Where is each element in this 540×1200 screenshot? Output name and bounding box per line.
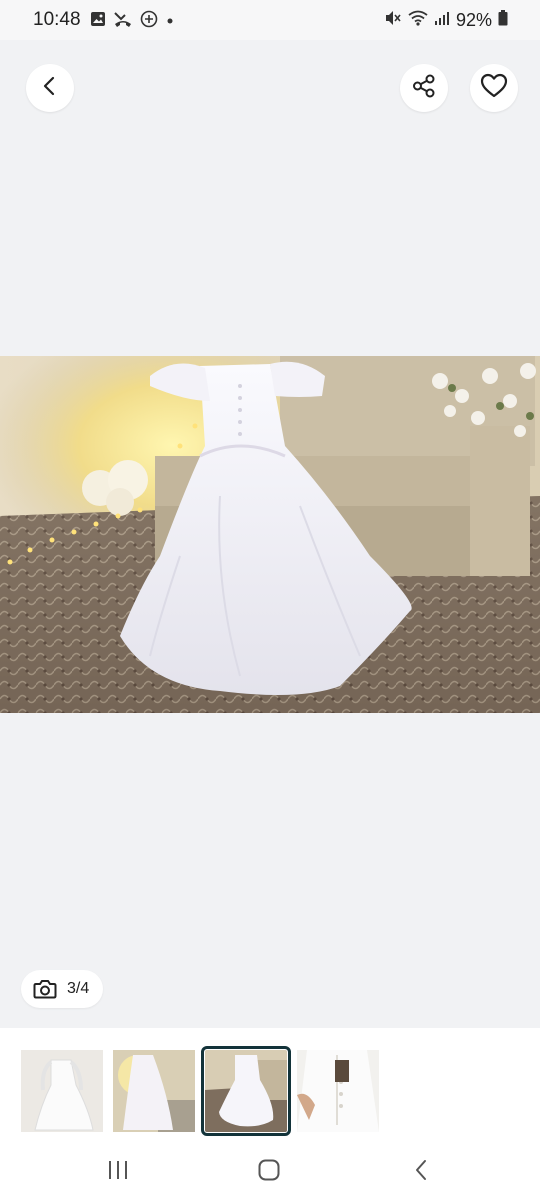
status-system-icons: 92% bbox=[384, 9, 508, 32]
back-icon[interactable] bbox=[413, 1159, 429, 1186]
status-notification-icons bbox=[90, 10, 175, 33]
battery-icon bbox=[498, 10, 508, 31]
wifi-icon bbox=[408, 10, 428, 31]
thumbnail-4[interactable] bbox=[297, 1050, 379, 1132]
thumbnail-strip bbox=[0, 1028, 540, 1140]
system-navigation-bar bbox=[0, 1140, 540, 1200]
mute-icon bbox=[384, 9, 402, 32]
recent-apps-icon[interactable] bbox=[107, 1160, 129, 1185]
status-time: 10:48 bbox=[33, 9, 81, 30]
signal-icon bbox=[434, 10, 450, 31]
home-icon[interactable] bbox=[258, 1159, 280, 1186]
share-icon bbox=[411, 73, 437, 104]
share-button[interactable] bbox=[400, 64, 448, 112]
battery-percent: 92% bbox=[455, 10, 492, 30]
back-button[interactable] bbox=[26, 64, 74, 112]
product-photo[interactable] bbox=[0, 356, 540, 713]
chevron-left-icon bbox=[39, 75, 61, 102]
dress-photo-image bbox=[0, 356, 540, 713]
dot-icon bbox=[165, 13, 175, 31]
image-icon bbox=[90, 11, 106, 32]
thumbnail-2[interactable] bbox=[113, 1050, 195, 1132]
add-circle-icon bbox=[140, 10, 158, 33]
image-counter: 3/4 bbox=[21, 970, 103, 1008]
missed-call-icon bbox=[113, 10, 133, 33]
image-counter-text: 3/4 bbox=[67, 980, 90, 997]
thumbnail-1[interactable] bbox=[21, 1050, 103, 1132]
thumbnail-3[interactable] bbox=[201, 1046, 291, 1136]
heart-icon bbox=[480, 73, 508, 104]
favorite-button[interactable] bbox=[470, 64, 518, 112]
status-bar: 10:48 92% bbox=[0, 0, 540, 40]
camera-icon bbox=[33, 979, 57, 999]
